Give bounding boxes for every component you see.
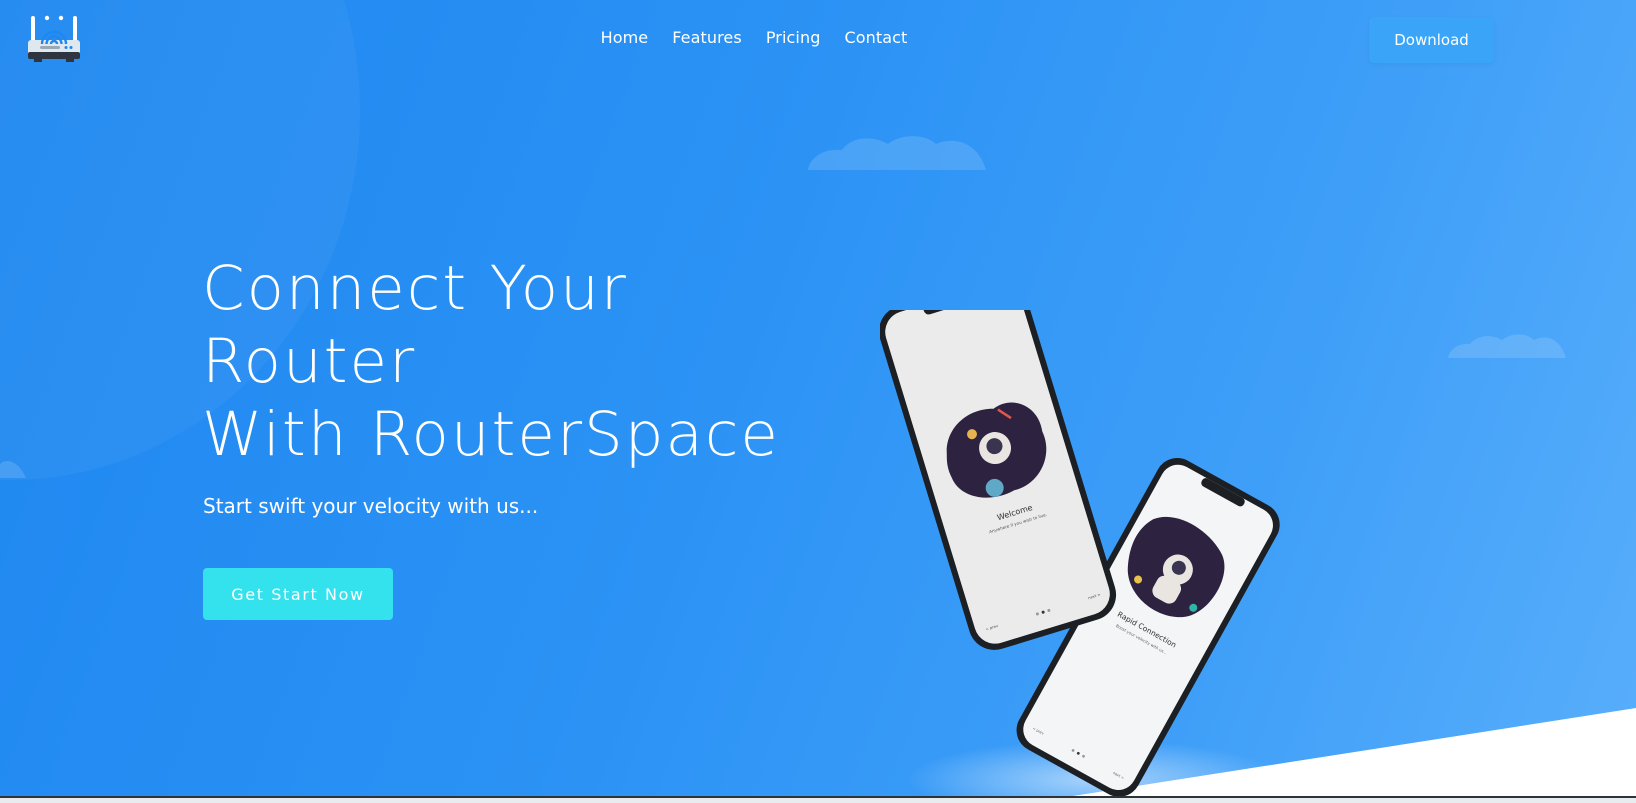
hero-title: Connect Your Router With RouterSpace (202, 252, 780, 471)
nav-pricing[interactable]: Pricing (766, 28, 821, 47)
hero-subtitle: Start swift your velocity with us... (203, 494, 539, 518)
nav-features[interactable]: Features (672, 28, 742, 47)
hero-title-line-1: Connect Your (202, 253, 628, 324)
nav-home[interactable]: Home (601, 28, 649, 47)
hero-title-line-3: With RouterSpace (202, 399, 780, 470)
phone-mockups: Rapid Connection Boost your velocity wit… (880, 310, 1280, 797)
bottom-strip (0, 798, 1636, 803)
nav-contact[interactable]: Contact (844, 28, 907, 47)
hero-title-line-2: Router (202, 326, 417, 397)
download-button[interactable]: Download (1369, 17, 1494, 63)
get-started-button[interactable]: Get Start Now (203, 568, 393, 620)
hero-section: Home Features Pricing Contact Download C… (0, 0, 1636, 798)
phone-front: Welcome Anywhere if you wish to live. < … (880, 310, 1117, 650)
